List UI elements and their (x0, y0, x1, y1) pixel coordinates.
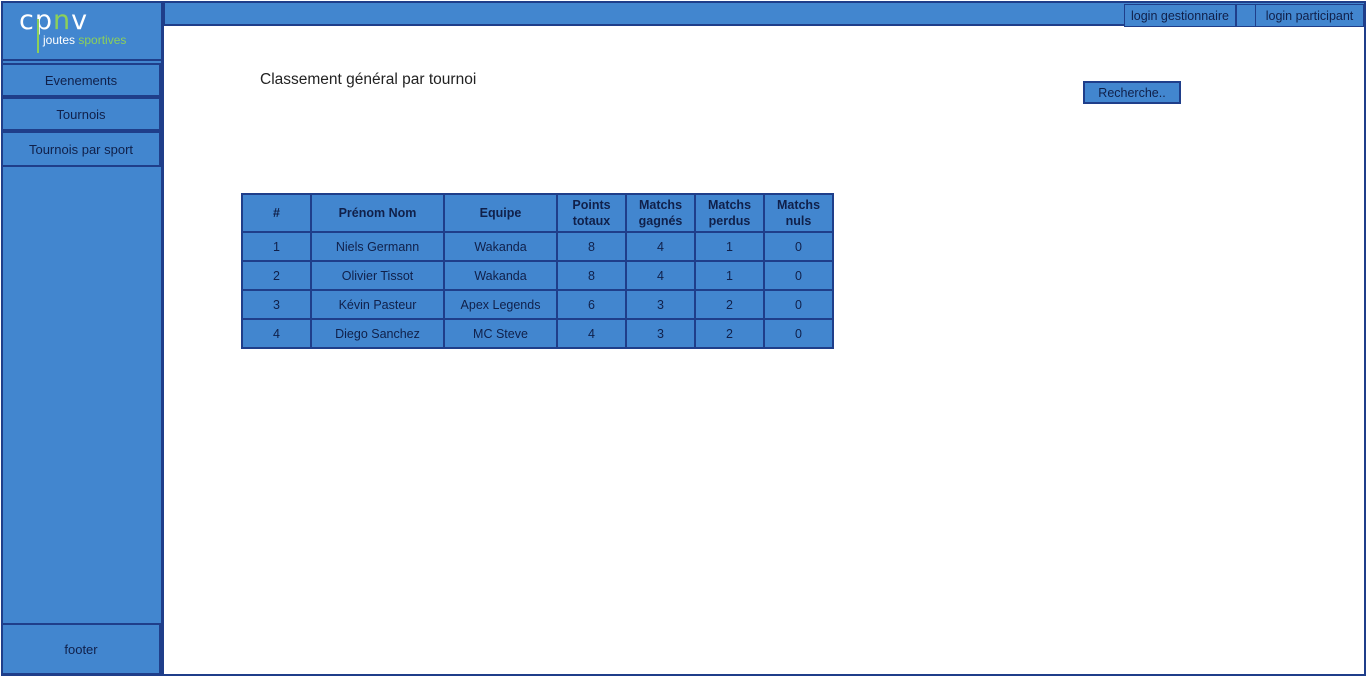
cell-team: Wakanda (443, 260, 558, 291)
sidebar-item-tournois-par-sport[interactable]: Tournois par sport (1, 131, 161, 167)
cell-draws: 0 (763, 231, 834, 262)
sidebar-item-label: Tournois (56, 106, 106, 122)
cell-wins: 3 (625, 318, 696, 349)
cell-points: 8 (556, 231, 627, 262)
cell-team: Wakanda (443, 231, 558, 262)
cell-rank: 2 (241, 260, 312, 291)
cell-draws: 0 (763, 260, 834, 291)
logo-tagline-prefix: joutes (43, 33, 79, 47)
sidebar-item-label: Tournois par sport (28, 141, 134, 157)
login-participant-button[interactable]: login participant (1255, 4, 1364, 27)
page-title: Classement général par tournoi (260, 71, 477, 88)
cell-name: Kévin Pasteur (310, 289, 445, 320)
cell-team: Apex Legends (443, 289, 558, 320)
cell-draws: 0 (763, 318, 834, 349)
footer-text: footer (64, 641, 98, 657)
cell-points: 4 (556, 318, 627, 349)
cell-rank: 3 (241, 289, 312, 320)
table-row: 3 Kévin Pasteur Apex Legends 6 3 2 0 (241, 289, 834, 320)
column-header-losses: Matchs perdus (694, 193, 765, 233)
cell-losses: 2 (694, 318, 765, 349)
search-button-label: Recherche.. (1098, 85, 1166, 100)
login-participant-label: login participant (1265, 8, 1354, 23)
login-manager-button[interactable]: login gestionnaire (1124, 4, 1236, 27)
logo[interactable]: cpnv joutes sportives (1, 1, 161, 61)
ranking-table: # Prénom Nom Equipe Points totaux Matchs… (241, 193, 834, 349)
cell-name: Olivier Tissot (310, 260, 445, 291)
column-header-rank: # (241, 193, 312, 233)
logo-wordmark-accent: n (52, 5, 72, 36)
cell-rank: 4 (241, 318, 312, 349)
table-row: 2 Olivier Tissot Wakanda 8 4 1 0 (241, 260, 834, 291)
topbar-spacer (1236, 4, 1256, 27)
cell-wins: 3 (625, 289, 696, 320)
cell-team: MC Steve (443, 318, 558, 349)
sidebar-item-evenements[interactable]: Evenements (1, 63, 161, 97)
sidebar-item-label: Evenements (44, 72, 118, 88)
cell-losses: 2 (694, 289, 765, 320)
logo-wordmark-suffix: v (71, 5, 89, 36)
table-row: 4 Diego Sanchez MC Steve 4 3 2 0 (241, 318, 834, 349)
cell-name: Diego Sanchez (310, 318, 445, 349)
footer: footer (1, 623, 161, 675)
cell-points: 6 (556, 289, 627, 320)
logo-wordmark-prefix: cp (19, 5, 53, 36)
column-header-team: Equipe (443, 193, 558, 233)
login-manager-label: login gestionnaire (1131, 8, 1229, 23)
column-header-name: Prénom Nom (310, 193, 445, 233)
cell-wins: 4 (625, 231, 696, 262)
column-header-wins: Matchs gagnés (625, 193, 696, 233)
cell-rank: 1 (241, 231, 312, 262)
table-row: 1 Niels Germann Wakanda 8 4 1 0 (241, 231, 834, 262)
cell-name: Niels Germann (310, 231, 445, 262)
sidebar-item-tournois[interactable]: Tournois (1, 97, 161, 131)
cell-losses: 1 (694, 260, 765, 291)
cell-points: 8 (556, 260, 627, 291)
cell-losses: 1 (694, 231, 765, 262)
logo-tagline: joutes sportives (43, 33, 126, 47)
cell-draws: 0 (763, 289, 834, 320)
column-header-points: Points totaux (556, 193, 627, 233)
search-button[interactable]: Recherche.. (1083, 81, 1181, 104)
logo-wordmark: cpnv (19, 5, 88, 36)
column-header-draws: Matchs nuls (763, 193, 834, 233)
top-bar: login gestionnaire login participant (163, 1, 1366, 27)
main-content (162, 25, 1366, 676)
logo-accent-bar (37, 19, 39, 53)
logo-tagline-accent: sportives (78, 33, 127, 47)
cell-wins: 4 (625, 260, 696, 291)
table-header-row: # Prénom Nom Equipe Points totaux Matchs… (241, 193, 834, 233)
app-frame: cpnv joutes sportives Evenements Tournoi… (0, 0, 1367, 677)
